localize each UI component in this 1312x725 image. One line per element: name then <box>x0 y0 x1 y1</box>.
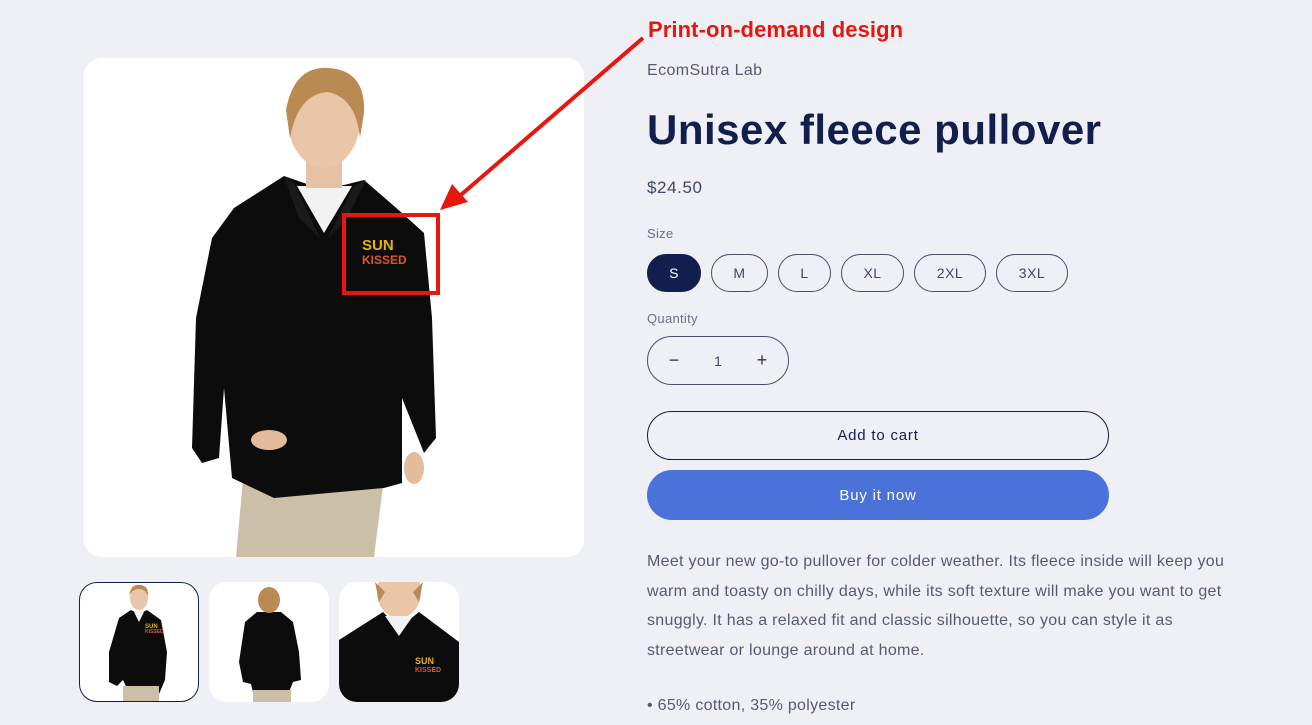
svg-text:SUN: SUN <box>415 656 434 666</box>
size-option-xl[interactable]: XL <box>841 254 904 292</box>
quantity-stepper: − 1 + <box>647 336 789 385</box>
minus-icon[interactable]: − <box>664 350 684 371</box>
product-price: $24.50 <box>647 178 703 197</box>
print-text-kissed: KISSED <box>362 253 407 267</box>
buy-it-now-button[interactable]: Buy it now <box>647 470 1109 520</box>
size-label: Size <box>647 226 674 241</box>
svg-text:KISSED: KISSED <box>415 667 441 674</box>
size-selector: S M L XL 2XL 3XL <box>647 254 1068 292</box>
pullover-model-photo: SUN KISSED <box>84 58 584 557</box>
print-text-sun: SUN <box>362 237 394 254</box>
size-option-m[interactable]: M <box>711 254 768 292</box>
add-to-cart-button[interactable]: Add to cart <box>647 411 1109 460</box>
main-product-image[interactable]: SUN KISSED <box>84 58 584 557</box>
thumbnail-front-image: SUN KISSED <box>79 582 199 702</box>
product-title: Unisex fleece pullover <box>647 106 1102 153</box>
svg-text:KISSED: KISSED <box>145 629 164 635</box>
size-option-l[interactable]: L <box>778 254 831 292</box>
thumbnail-gallery: SUN KISSED SUN KISSED <box>79 582 459 702</box>
thumbnail-front[interactable]: SUN KISSED <box>79 582 199 702</box>
product-description: Meet your new go-to pullover for colder … <box>647 553 1225 659</box>
size-option-3xl[interactable]: 3XL <box>996 254 1068 292</box>
thumbnail-closeup[interactable]: SUN KISSED <box>339 582 459 702</box>
thumbnail-back-image <box>209 582 329 702</box>
thumbnail-back[interactable] <box>209 582 329 702</box>
size-option-s[interactable]: S <box>647 254 701 292</box>
size-option-2xl[interactable]: 2XL <box>914 254 986 292</box>
product-bullet: • 65% cotton, 35% polyester <box>647 697 856 714</box>
plus-icon[interactable]: + <box>752 350 772 371</box>
quantity-label: Quantity <box>647 311 698 326</box>
quantity-input[interactable]: 1 <box>714 353 722 369</box>
vendor-name: EcomSutra Lab <box>647 62 763 79</box>
annotation-label: Print-on-demand design <box>648 17 904 42</box>
thumbnail-closeup-image: SUN KISSED <box>339 582 459 702</box>
